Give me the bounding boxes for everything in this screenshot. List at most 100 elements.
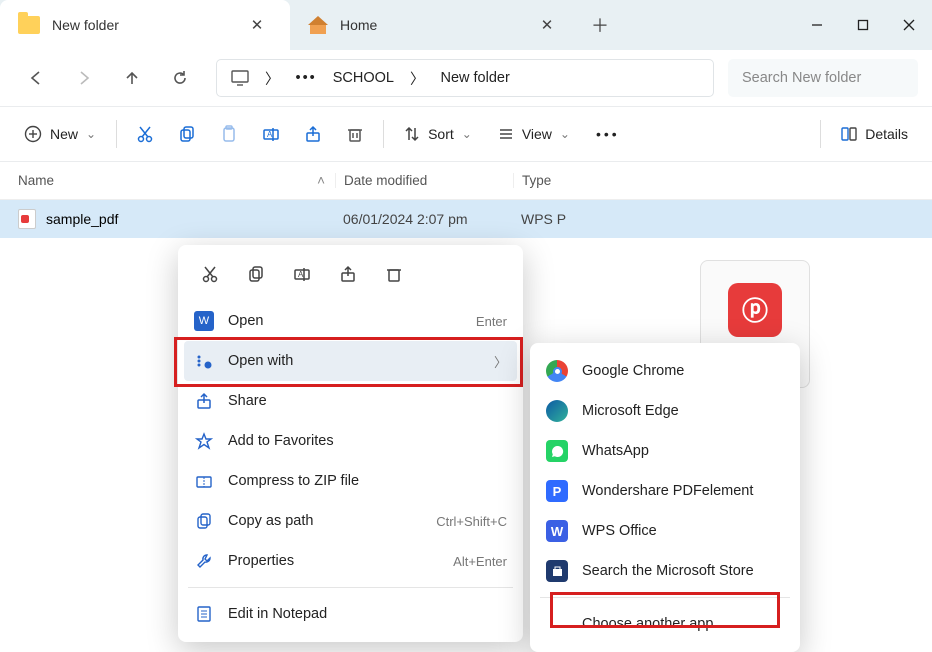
whatsapp-icon (546, 440, 568, 462)
store-icon (546, 560, 568, 582)
minimize-button[interactable] (794, 0, 840, 50)
menu-open[interactable]: W Open Enter (184, 301, 517, 341)
close-window-button[interactable] (886, 0, 932, 50)
toolbar: New ⌄ A Sort ⌄ View ⌄ ••• Details (0, 106, 932, 162)
breadcrumb-part[interactable]: New folder (440, 70, 509, 86)
back-button[interactable] (14, 58, 58, 98)
chevron-right-icon: 〉 (494, 352, 507, 371)
app-google-chrome[interactable]: Google Chrome (536, 351, 794, 391)
close-icon[interactable]: ✕ (532, 16, 562, 34)
menu-open-with[interactable]: Open with 〉 (184, 341, 517, 381)
breadcrumb-part[interactable]: SCHOOL (333, 70, 394, 86)
details-label: Details (865, 126, 908, 142)
copy-path-icon (194, 511, 214, 531)
svg-text:A: A (298, 270, 304, 279)
plus-circle-icon (24, 125, 42, 143)
notepad-icon (194, 604, 214, 624)
new-tab-button[interactable]: ＋ (580, 0, 620, 50)
choose-another-app[interactable]: Choose another app (536, 604, 794, 644)
view-label: View (522, 126, 552, 142)
separator (188, 587, 513, 588)
menu-properties[interactable]: Properties Alt+Enter (184, 541, 517, 581)
svg-text:A: A (267, 130, 273, 139)
new-button[interactable]: New ⌄ (12, 115, 108, 153)
column-date[interactable]: Date modified (335, 173, 513, 188)
app-whatsapp[interactable]: WhatsApp (536, 431, 794, 471)
sort-button[interactable]: Sort ⌄ (392, 115, 484, 153)
column-headers: Name˄ Date modified Type (0, 162, 932, 200)
rename-button[interactable]: A (251, 115, 291, 153)
view-button[interactable]: View ⌄ (486, 115, 582, 153)
pdf-app-icon: ⓟ (728, 283, 782, 337)
up-button[interactable] (110, 58, 154, 98)
paste-button[interactable] (209, 115, 249, 153)
file-row[interactable]: sample_pdf 06/01/2024 2:07 pm WPS P (0, 200, 932, 238)
folder-icon (18, 16, 40, 34)
app-microsoft-edge[interactable]: Microsoft Edge (536, 391, 794, 431)
column-name[interactable]: Name˄ (0, 173, 335, 188)
monitor-icon (231, 70, 249, 86)
open-with-submenu: Google Chrome Microsoft Edge WhatsApp P … (530, 343, 800, 652)
titlebar: New folder ✕ Home ✕ ＋ (0, 0, 932, 50)
chevron-down-icon: ⌄ (560, 127, 570, 141)
delete-button[interactable] (335, 115, 375, 153)
address-bar[interactable]: 〉 ••• SCHOOL 〉 New folder (216, 59, 714, 97)
pdf-file-icon (18, 209, 36, 229)
separator (116, 120, 117, 148)
share-button[interactable] (328, 257, 368, 291)
file-name: sample_pdf (46, 211, 118, 227)
sort-asc-icon: ˄ (317, 173, 325, 188)
tab-new-folder[interactable]: New folder ✕ (0, 0, 290, 50)
menu-copy-path[interactable]: Copy as path Ctrl+Shift+C (184, 501, 517, 541)
refresh-button[interactable] (158, 58, 202, 98)
cut-button[interactable] (190, 257, 230, 291)
ellipsis-icon[interactable]: ••• (296, 70, 317, 86)
file-date: 06/01/2024 2:07 pm (335, 211, 513, 227)
chevron-right-icon: 〉 (410, 68, 425, 89)
search-placeholder: Search New folder (742, 70, 861, 86)
window-controls (794, 0, 932, 50)
wrench-icon (194, 551, 214, 571)
share-icon (194, 391, 214, 411)
app-wps-office[interactable]: W WPS Office (536, 511, 794, 551)
cut-button[interactable] (125, 115, 165, 153)
open-with-icon (194, 351, 214, 371)
more-button[interactable]: ••• (584, 115, 632, 153)
file-type: WPS P (513, 211, 932, 227)
menu-compress[interactable]: Compress to ZIP file (184, 461, 517, 501)
tab-label: New folder (52, 17, 119, 33)
menu-edit-notepad[interactable]: Edit in Notepad (184, 594, 517, 634)
star-icon (194, 431, 214, 451)
delete-button[interactable] (374, 257, 414, 291)
context-menu: A W Open Enter Open with 〉 Share Add to … (178, 245, 523, 642)
open-icon: W (194, 311, 214, 331)
separator (540, 597, 790, 598)
copy-button[interactable] (167, 115, 207, 153)
copy-button[interactable] (236, 257, 276, 291)
menu-share[interactable]: Share (184, 381, 517, 421)
app-microsoft-store[interactable]: Search the Microsoft Store (536, 551, 794, 591)
wps-icon: W (546, 520, 568, 542)
forward-button[interactable] (62, 58, 106, 98)
tab-home[interactable]: Home ✕ (290, 0, 580, 50)
tab-label: Home (340, 17, 377, 33)
quick-actions: A (184, 253, 517, 301)
menu-favorites[interactable]: Add to Favorites (184, 421, 517, 461)
chevron-right-icon: 〉 (265, 68, 280, 89)
column-type[interactable]: Type (513, 173, 932, 188)
rename-button[interactable]: A (282, 257, 322, 291)
app-wondershare-pdfelement[interactable]: P Wondershare PDFelement (536, 471, 794, 511)
search-input[interactable]: Search New folder (728, 59, 918, 97)
chrome-icon (546, 360, 568, 382)
separator (383, 120, 384, 148)
close-icon[interactable]: ✕ (242, 16, 272, 34)
zip-icon (194, 471, 214, 491)
separator (820, 120, 821, 148)
nav-row: 〉 ••• SCHOOL 〉 New folder Search New fol… (0, 50, 932, 106)
share-button[interactable] (293, 115, 333, 153)
maximize-button[interactable] (840, 0, 886, 50)
chevron-down-icon: ⌄ (86, 127, 96, 141)
sort-label: Sort (428, 126, 454, 142)
details-button[interactable]: Details (829, 115, 920, 153)
view-icon (498, 126, 514, 142)
